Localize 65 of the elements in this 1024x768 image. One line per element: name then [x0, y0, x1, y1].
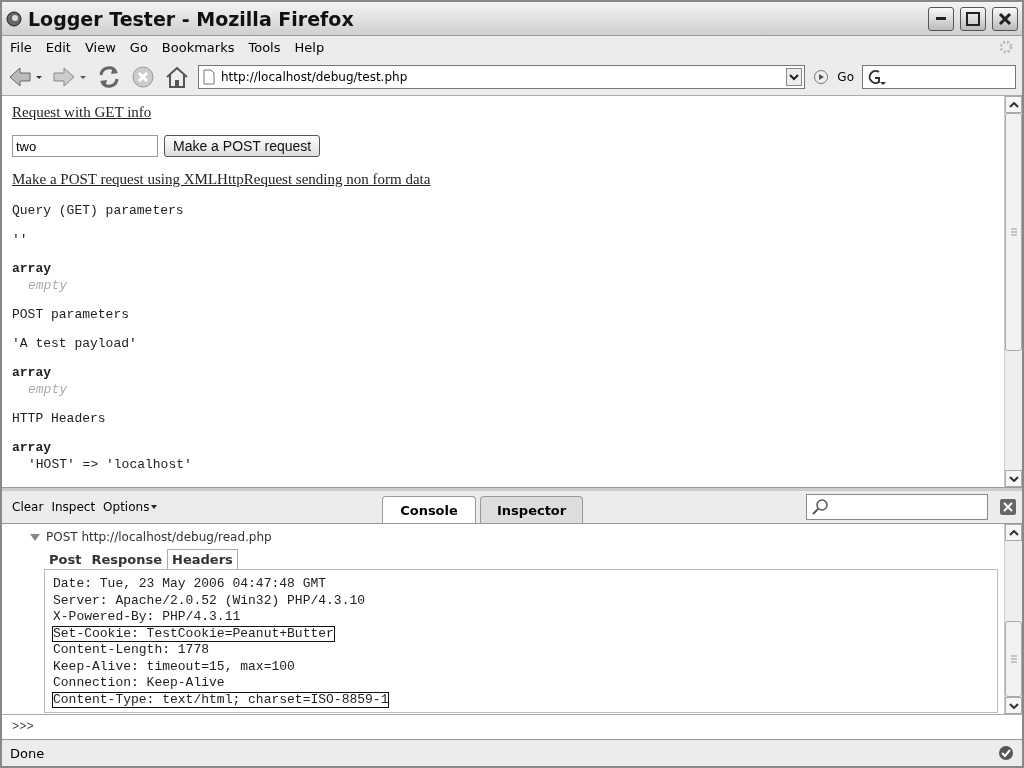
request-text[interactable]: POST http://localhost/debug/read.php	[46, 530, 272, 544]
address-field[interactable]: http://localhost/debug/test.php	[198, 64, 806, 89]
output-text: 'A test payload'	[12, 335, 137, 352]
header-line: Server: Apache/2.0.52 (Win32) PHP/4.3.10	[52, 592, 367, 609]
window-title: Logger Tester - Mozilla Firefox	[28, 7, 355, 30]
get-request-link[interactable]: Request with GET info	[12, 104, 152, 121]
menu-item[interactable]: Go	[129, 39, 148, 55]
maximize-icon	[966, 11, 980, 26]
menu-item[interactable]: View	[84, 39, 116, 55]
detail-tab[interactable]: Headers	[167, 549, 238, 569]
output-text: 'HOST' => 'localhost'	[27, 456, 192, 473]
page-icon	[203, 68, 215, 85]
output-text: empty	[27, 381, 67, 398]
grip-icon	[1010, 228, 1017, 236]
toolbar-button[interactable]: Clear	[12, 500, 44, 514]
check-icon	[998, 745, 1014, 761]
go-button[interactable]: Go	[837, 69, 854, 84]
output-text: array	[12, 439, 51, 456]
menu-item[interactable]: Tools	[248, 39, 281, 55]
close-icon	[998, 11, 1012, 26]
toolbar-button[interactable]: Inspect	[51, 500, 96, 514]
header-line: X-Powered-By: PHP/4.3.11	[52, 609, 242, 626]
grip-icon	[1010, 655, 1017, 663]
header-line: Content-Length: 1778	[52, 642, 211, 659]
output-text: HTTP Headers	[12, 410, 106, 427]
console-search-field[interactable]	[806, 494, 988, 520]
menu-item[interactable]: Help	[294, 39, 325, 55]
search-icon	[811, 498, 829, 516]
header-line: Connection: Keep-Alive	[52, 675, 226, 692]
menu-item[interactable]: File	[10, 39, 32, 55]
stop-button[interactable]	[130, 63, 156, 90]
output-text: array	[12, 364, 51, 381]
search-field[interactable]	[862, 64, 1016, 89]
maximize-button[interactable]	[960, 6, 986, 31]
output-text: POST parameters	[12, 306, 130, 323]
text-input[interactable]: two	[12, 135, 158, 157]
close-button[interactable]	[992, 6, 1018, 31]
menu-item[interactable]: Bookmarks	[161, 39, 235, 55]
header-line: Date: Tue, 23 May 2006 04:47:48 GMT	[52, 576, 328, 593]
detail-tab[interactable]: Post	[44, 549, 87, 569]
caret-icon	[151, 505, 158, 509]
output-text: Query (GET) parameters	[12, 202, 184, 219]
output-text: ''	[12, 231, 28, 248]
menu-item[interactable]: Edit	[45, 39, 71, 55]
minimize-button[interactable]	[928, 6, 954, 31]
xhr-post-link[interactable]: Make a POST request using XMLHttpRequest sending non form data	[12, 171, 431, 188]
search-engine-icon	[866, 67, 886, 86]
panel-tab[interactable]: Inspector	[480, 496, 584, 523]
header-line: Keep-Alive: timeout=15, max=100	[52, 658, 296, 675]
post-request-button[interactable]: Make a POST request	[164, 135, 321, 157]
prompt-text: >>>	[12, 720, 34, 734]
console-scrollbar[interactable]	[1004, 524, 1022, 714]
status-text: Done	[10, 745, 46, 761]
detail-tab[interactable]: Response	[86, 549, 168, 569]
panel-tab[interactable]: Console	[382, 496, 476, 523]
url-text: http://localhost/debug/test.php	[221, 69, 409, 84]
close-icon	[1003, 502, 1013, 512]
output-text: array	[12, 260, 51, 277]
page-scrollbar[interactable]	[1004, 96, 1022, 487]
close-panel-button[interactable]	[1000, 499, 1016, 515]
expand-triangle-icon[interactable]	[30, 532, 40, 542]
output-text: empty	[27, 277, 67, 294]
minimize-icon	[936, 17, 946, 20]
throbber-icon	[998, 39, 1014, 55]
toolbar-button[interactable]: Options	[103, 500, 158, 514]
